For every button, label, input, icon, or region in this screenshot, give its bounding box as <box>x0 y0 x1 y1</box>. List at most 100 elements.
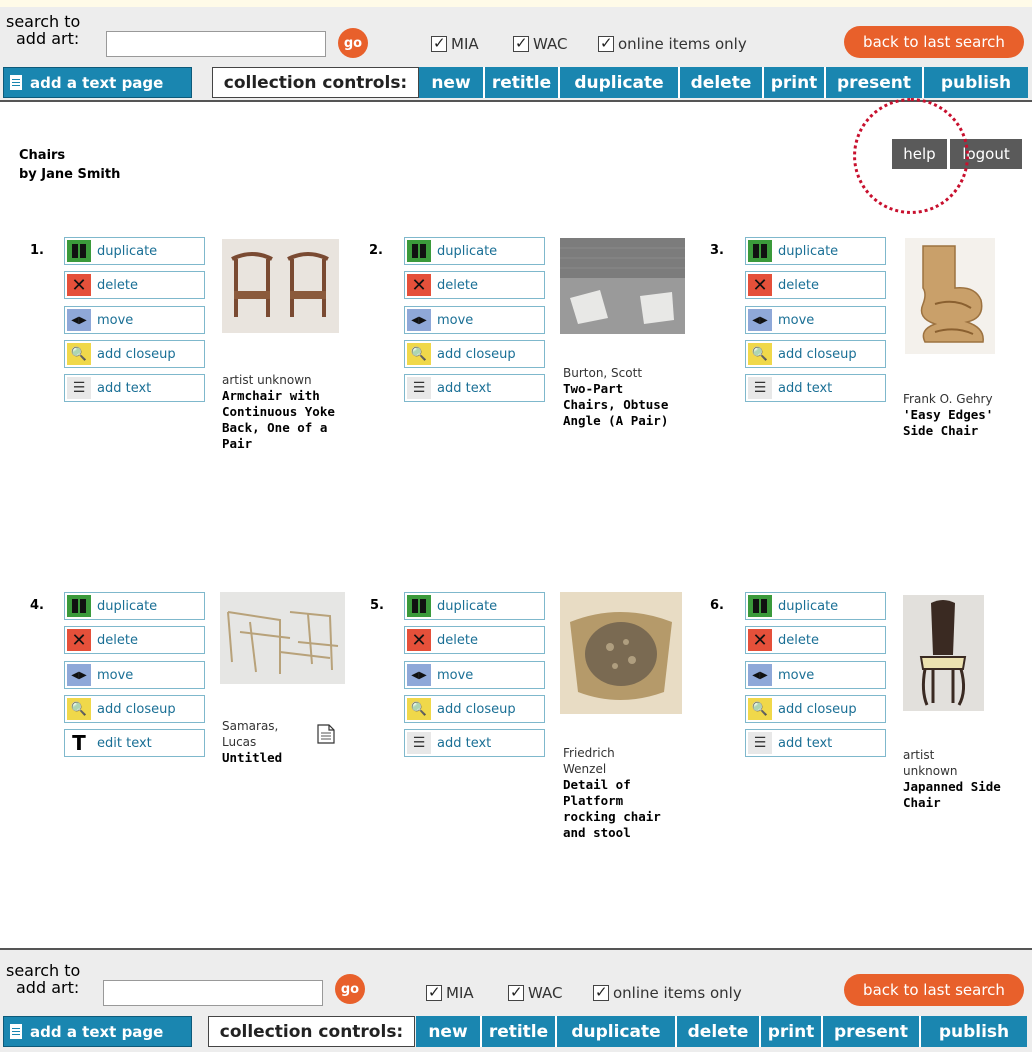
retitle-button[interactable]: retitle <box>482 1016 557 1047</box>
artwork-thumbnail[interactable] <box>560 238 685 334</box>
add-text-button[interactable]: ☰ add text <box>64 374 205 402</box>
artwork-thumbnail[interactable] <box>220 592 345 684</box>
publish-button[interactable]: publish <box>924 67 1028 98</box>
move-item-button[interactable]: ◀▶ move <box>64 306 205 334</box>
add-text-page-button[interactable]: add a text page <box>3 1016 192 1047</box>
search-label-line1: search to <box>6 12 81 31</box>
publish-button[interactable]: publish <box>921 1016 1027 1047</box>
duplicate-button[interactable]: duplicate <box>557 1016 677 1047</box>
edit-text-button[interactable]: Tedit text <box>64 729 205 757</box>
filter-online[interactable]: online items only <box>598 34 747 53</box>
add-closeup-button[interactable]: 🔍 add closeup <box>404 340 545 368</box>
back-to-last-search-button[interactable]: back to last search <box>844 974 1024 1006</box>
add-closeup-button[interactable]: 🔍 add closeup <box>745 340 886 368</box>
delete-item-button[interactable]: ✕ delete <box>404 271 545 299</box>
new-button[interactable]: new <box>419 67 485 98</box>
filter-mia[interactable]: MIA <box>431 34 479 53</box>
print-button[interactable]: print <box>764 67 826 98</box>
move-item-button[interactable]: ◀▶ move <box>745 661 886 689</box>
checkbox-icon <box>431 34 447 52</box>
text-note-icon[interactable] <box>317 724 335 744</box>
new-button[interactable]: new <box>416 1016 482 1047</box>
action-label: move <box>778 667 815 683</box>
move-item-button[interactable]: ◀▶ move <box>404 306 545 334</box>
duplicate-item-button[interactable]: duplicate <box>745 592 886 620</box>
back-to-last-search-button[interactable]: back to last search <box>844 26 1024 58</box>
search-label-line1: search to <box>6 961 81 980</box>
search-label: search to add art: <box>6 13 80 47</box>
artwork-thumbnail[interactable] <box>903 595 984 711</box>
duplicate-item-button[interactable]: duplicate <box>64 592 205 620</box>
artwork-thumbnail[interactable] <box>905 238 995 354</box>
filter-wac[interactable]: WAC <box>513 34 567 53</box>
move-item-button[interactable]: ◀▶ move <box>745 306 886 334</box>
action-label: duplicate <box>437 598 498 614</box>
artwork-caption: Friedrich Wenzel Detail of Platform rock… <box>563 745 683 841</box>
move-item-button[interactable]: ◀▶ move <box>64 661 205 689</box>
search-label-line2: add art: <box>16 29 80 48</box>
logout-button[interactable]: logout <box>950 139 1022 169</box>
text-t-icon: T <box>67 731 91 755</box>
print-button[interactable]: print <box>761 1016 823 1047</box>
add-text-button[interactable]: ☰ add text <box>745 374 886 402</box>
filter-online[interactable]: online items only <box>593 983 742 1002</box>
present-button[interactable]: present <box>823 1016 921 1047</box>
artwork-title[interactable]: Japanned Side Chair <box>903 779 1023 811</box>
filter-mia[interactable]: MIA <box>426 983 474 1002</box>
artwork-title[interactable]: Armchair with Continuous Yoke Back, One … <box>222 388 342 452</box>
add-closeup-button[interactable]: 🔍 add closeup <box>745 695 886 723</box>
artwork-thumbnail[interactable] <box>222 239 339 333</box>
action-label: add closeup <box>437 701 516 717</box>
add-text-page-label: add a text page <box>30 1022 164 1041</box>
bottom-toolbar: search to add art: go MIA WAC online ite… <box>0 948 1032 1052</box>
action-label: add text <box>97 380 152 396</box>
add-text-button[interactable]: ☰ add text <box>404 374 545 402</box>
add-text-button[interactable]: ☰ add text <box>404 729 545 757</box>
duplicate-item-button[interactable]: duplicate <box>745 237 886 265</box>
duplicate-item-button[interactable]: duplicate <box>64 237 205 265</box>
delete-item-button[interactable]: ✕ delete <box>745 626 886 654</box>
artwork-title[interactable]: Untitled <box>222 750 342 766</box>
back-label: back to last search <box>863 33 1005 51</box>
present-button[interactable]: present <box>826 67 924 98</box>
move-item-button[interactable]: ◀▶ move <box>404 661 545 689</box>
action-label: delete <box>437 632 478 648</box>
artwork-title[interactable]: Two-Part Chairs, Obtuse Angle (A Pair) <box>563 381 683 429</box>
duplicate-item-button[interactable]: duplicate <box>404 237 545 265</box>
item-number: 1. <box>30 243 44 258</box>
move-arrows-icon: ◀▶ <box>407 664 431 686</box>
filter-wac[interactable]: WAC <box>508 983 563 1002</box>
artwork-title[interactable]: Detail of Platform rocking chair and sto… <box>563 777 663 841</box>
action-label: add text <box>437 735 492 751</box>
action-label: delete <box>97 632 138 648</box>
add-closeup-button[interactable]: 🔍 add closeup <box>64 340 205 368</box>
add-text-button[interactable]: ☰ add text <box>745 729 886 757</box>
duplicate-button[interactable]: duplicate <box>560 67 680 98</box>
artwork-title[interactable]: 'Easy Edges' Side Chair <box>903 407 1023 439</box>
delete-button[interactable]: delete <box>680 67 764 98</box>
delete-item-button[interactable]: ✕ delete <box>404 626 545 654</box>
delete-item-button[interactable]: ✕ delete <box>745 271 886 299</box>
add-closeup-button[interactable]: 🔍 add closeup <box>404 695 545 723</box>
delete-x-icon: ✕ <box>67 629 91 651</box>
go-button[interactable]: go <box>338 28 368 58</box>
action-label: move <box>437 667 474 683</box>
artwork-artist: Friedrich Wenzel <box>563 746 615 776</box>
retitle-button[interactable]: retitle <box>485 67 560 98</box>
duplicate-item-button[interactable]: duplicate <box>404 592 545 620</box>
add-closeup-button[interactable]: 🔍 add closeup <box>64 695 205 723</box>
filter-wac-label: WAC <box>528 984 563 1002</box>
delete-button[interactable]: delete <box>677 1016 761 1047</box>
back-label: back to last search <box>863 981 1005 999</box>
artwork-thumbnail[interactable] <box>560 592 682 714</box>
help-button[interactable]: help <box>892 139 947 169</box>
delete-item-button[interactable]: ✕ delete <box>64 626 205 654</box>
search-input[interactable] <box>103 980 323 1006</box>
delete-item-button[interactable]: ✕ delete <box>64 271 205 299</box>
add-text-page-button[interactable]: add a text page <box>3 67 192 98</box>
go-button[interactable]: go <box>335 974 365 1004</box>
checkbox-icon <box>598 34 614 52</box>
move-arrows-icon: ◀▶ <box>407 309 431 331</box>
search-input[interactable] <box>106 31 326 57</box>
delete-x-icon: ✕ <box>748 274 772 296</box>
